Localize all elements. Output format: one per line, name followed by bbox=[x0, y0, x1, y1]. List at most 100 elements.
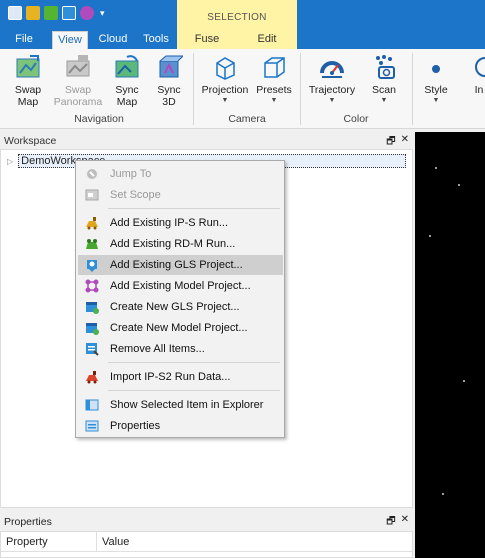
menu-item-set-scope[interactable]: Set Scope bbox=[78, 185, 283, 205]
save-icon[interactable] bbox=[8, 6, 22, 20]
menu-item-remove-all[interactable]: Remove All Items... bbox=[78, 339, 283, 359]
chevron-down-icon: ▼ bbox=[221, 97, 229, 104]
menu-item-create-model-project[interactable]: Create New Model Project... bbox=[78, 318, 283, 338]
color-group-label: Color bbox=[343, 113, 369, 125]
style-button[interactable]: Style ▼ bbox=[418, 53, 454, 105]
column-header-value[interactable]: Value bbox=[97, 532, 412, 551]
gls-project-icon bbox=[87, 260, 97, 272]
properties-column-headers: Property Value bbox=[1, 532, 412, 552]
menu-item-add-ips-run[interactable]: Add Existing IP-S Run... bbox=[78, 213, 283, 233]
presets-cube-icon bbox=[264, 57, 285, 78]
swap-panorama-button[interactable]: Swap Panorama bbox=[52, 53, 104, 108]
point-dot bbox=[435, 167, 437, 169]
properties-grid[interactable]: Property Value bbox=[0, 531, 413, 558]
model-project-icon[interactable] bbox=[80, 6, 94, 20]
tab-edit[interactable]: Edit bbox=[250, 31, 284, 49]
point-dot bbox=[442, 493, 444, 495]
swap-panorama-label-2: Panorama bbox=[53, 96, 103, 108]
scope-icon bbox=[85, 189, 99, 201]
menu-item-label: Add Existing Model Project... bbox=[110, 280, 251, 292]
3d-viewport[interactable] bbox=[415, 132, 485, 558]
tab-fuse[interactable]: Fuse bbox=[190, 31, 224, 49]
tab-cloud[interactable]: Cloud bbox=[96, 31, 130, 49]
ribbon-separator bbox=[300, 53, 301, 125]
sync-3d-button[interactable]: Sync 3D bbox=[150, 53, 188, 108]
menu-item-label: Set Scope bbox=[110, 189, 161, 201]
chevron-down-icon: ▼ bbox=[328, 97, 336, 104]
ips-run-icon bbox=[86, 217, 98, 230]
projection-button[interactable]: Projection ▼ bbox=[198, 53, 252, 105]
rdm-run-icon bbox=[86, 239, 98, 249]
properties-icon bbox=[85, 420, 99, 432]
quick-access-toolbar: ▾ bbox=[8, 6, 105, 20]
tab-view[interactable]: View bbox=[52, 31, 88, 49]
swap-panorama-label-1: Swap bbox=[64, 84, 92, 96]
camera-group-label: Camera bbox=[228, 113, 266, 125]
sync-map-label-1: Sync bbox=[115, 84, 139, 96]
properties-title: Properties bbox=[4, 516, 52, 528]
pin-icon[interactable]: 🗗 bbox=[386, 514, 395, 531]
menu-item-label: Add Existing IP-S Run... bbox=[110, 217, 228, 229]
chevron-down-icon: ▼ bbox=[432, 97, 440, 104]
menu-item-label: Create New Model Project... bbox=[110, 322, 248, 334]
presets-label: Presets bbox=[256, 84, 292, 96]
style-label: Style bbox=[424, 84, 448, 96]
menu-item-add-model-project[interactable]: Add Existing Model Project... bbox=[78, 276, 283, 296]
scan-camera-icon bbox=[376, 55, 395, 79]
import-icon bbox=[86, 371, 98, 384]
insert-label: In bbox=[474, 84, 484, 96]
menu-item-add-rdm-run[interactable]: Add Existing RD-M Run... bbox=[78, 234, 283, 254]
ribbon-separator bbox=[412, 53, 413, 125]
menu-separator bbox=[108, 390, 280, 391]
scan-label: Scan bbox=[372, 84, 396, 96]
menu-separator bbox=[108, 362, 280, 363]
menu-item-properties[interactable]: Properties bbox=[78, 416, 283, 436]
style-dot-icon bbox=[432, 65, 440, 73]
rdm-run-icon[interactable] bbox=[44, 6, 58, 20]
point-dot bbox=[429, 235, 431, 237]
sync-map-icon bbox=[115, 55, 139, 78]
menu-item-label: Add Existing RD-M Run... bbox=[110, 238, 236, 250]
tab-tools[interactable]: Tools bbox=[139, 31, 173, 49]
insert-button-cut-off[interactable]: In bbox=[464, 53, 485, 96]
menu-item-label: Properties bbox=[110, 420, 161, 432]
new-gls-icon bbox=[86, 302, 99, 314]
menu-item-import-ips2[interactable]: Import IP-S2 Run Data... bbox=[78, 367, 283, 387]
explorer-icon bbox=[85, 399, 99, 411]
expand-arrow-icon[interactable]: ▷ bbox=[7, 157, 13, 166]
sync-3d-label-2: 3D bbox=[162, 96, 176, 108]
customize-toolbar-icon[interactable]: ▾ bbox=[100, 8, 105, 19]
menu-item-label: Show Selected Item in Explorer bbox=[110, 399, 264, 411]
menu-item-show-in-explorer[interactable]: Show Selected Item in Explorer bbox=[78, 395, 283, 415]
projection-label: Projection bbox=[201, 84, 249, 96]
trajectory-gauge-icon bbox=[320, 61, 344, 78]
scan-button[interactable]: Scan ▼ bbox=[364, 53, 404, 105]
trajectory-button[interactable]: Trajectory ▼ bbox=[304, 53, 360, 105]
gls-project-icon[interactable] bbox=[62, 6, 76, 20]
trajectory-label: Trajectory bbox=[308, 84, 356, 96]
navigation-group-label: Navigation bbox=[74, 113, 124, 125]
ribbon: Swap Map Swap Panorama Sync Map Sync 3D … bbox=[0, 49, 485, 129]
sync-map-button[interactable]: Sync Map bbox=[106, 53, 148, 108]
swap-map-icon bbox=[16, 55, 40, 78]
title-bar: ▾ SELECTION File View Cloud Tools Fuse E… bbox=[0, 0, 485, 49]
tab-file[interactable]: File bbox=[8, 31, 40, 49]
ips-run-icon[interactable] bbox=[26, 6, 40, 20]
model-project-icon bbox=[85, 279, 99, 293]
column-header-property[interactable]: Property bbox=[1, 532, 97, 551]
menu-item-label: Add Existing GLS Project... bbox=[110, 259, 243, 271]
context-menu: Jump To Set Scope Add Existing IP-S Run.… bbox=[75, 160, 285, 438]
sync-3d-label-1: Sync bbox=[157, 84, 181, 96]
menu-item-add-gls-project[interactable]: Add Existing GLS Project... bbox=[78, 255, 283, 275]
close-icon[interactable]: ✕ bbox=[401, 514, 409, 531]
workspace-title: Workspace bbox=[4, 135, 57, 147]
presets-button[interactable]: Presets ▼ bbox=[254, 53, 294, 105]
menu-item-create-gls-project[interactable]: Create New GLS Project... bbox=[78, 297, 283, 317]
swap-map-button[interactable]: Swap Map bbox=[6, 53, 50, 108]
point-dot bbox=[463, 380, 465, 382]
swap-map-label-1: Swap bbox=[14, 84, 42, 96]
new-model-icon bbox=[86, 323, 99, 335]
menu-separator bbox=[108, 208, 280, 209]
properties-header: Properties 🗗 ✕ bbox=[0, 512, 413, 530]
menu-item-jump-to[interactable]: Jump To bbox=[78, 164, 283, 184]
